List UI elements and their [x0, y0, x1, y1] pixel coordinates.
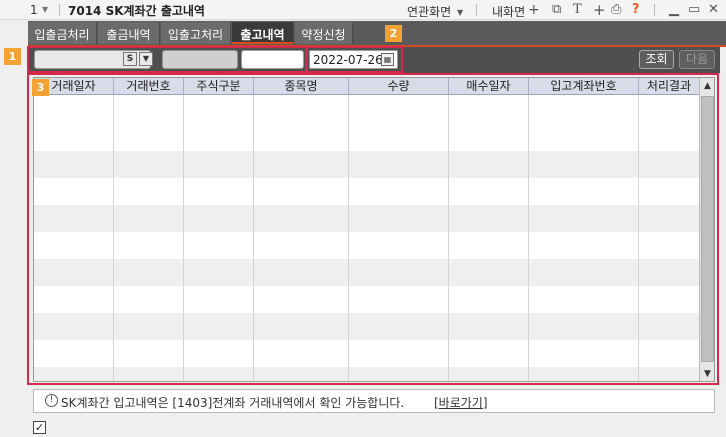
column-header[interactable]: 입고계좌번호 [529, 78, 639, 95]
title-bar: 1 ▼ 7014 SK계좌간 출고내역 연관화면 ▼ 내화면 + ⧉ T + ⎙… [0, 0, 726, 20]
table-row [34, 259, 699, 286]
screen-number[interactable]: 1 [30, 3, 38, 17]
table-row [34, 367, 699, 381]
divider [654, 4, 655, 16]
plus-icon[interactable]: + [593, 2, 606, 18]
checkbox[interactable]: ✓ [33, 421, 46, 434]
minimize-icon[interactable]: ▁ [669, 2, 679, 18]
close-icon[interactable]: ✕ [708, 2, 719, 18]
column-header[interactable]: 수량 [349, 78, 449, 95]
column-divider [183, 95, 184, 381]
my-screen-menu[interactable]: 내화면 [492, 3, 525, 20]
screen-copy-icon[interactable]: ⧉ [552, 2, 561, 18]
tab-out-history[interactable]: 출고내역 [232, 22, 294, 44]
divider [476, 4, 477, 16]
chevron-up-icon[interactable]: ▲ [700, 79, 714, 94]
tab-deposit-withdraw[interactable]: 입출금처리 [28, 22, 97, 44]
info-message: SK계좌간 입고내역은 [1403]전계좌 거래내역에서 확인 가능합니다. [61, 396, 405, 410]
highlight-box-2 [306, 46, 403, 73]
column-header[interactable]: 주식구분 [184, 78, 254, 95]
column-header[interactable]: 거래번호 [114, 78, 184, 95]
chevron-down-icon[interactable]: ▼ [457, 5, 463, 21]
window-title: 7014 SK계좌간 출고내역 [68, 4, 205, 18]
font-icon[interactable]: T [573, 2, 582, 18]
column-divider [448, 95, 449, 381]
marker-1: 1 [4, 48, 21, 65]
query-button[interactable]: 조회 [639, 50, 674, 69]
info-bar: ! SK계좌간 입고내역은 [1403]전계좌 거래내역에서 확인 가능합니다.… [33, 389, 715, 413]
print-icon[interactable]: ⎙ [611, 2, 621, 18]
marker-2: 2 [385, 25, 402, 42]
column-divider [528, 95, 529, 381]
tab-withdraw-history[interactable]: 출금내역 [98, 22, 160, 44]
column-header[interactable]: 종목명 [254, 78, 349, 95]
chevron-down-icon[interactable]: ▼ [700, 367, 714, 381]
divider [59, 4, 60, 16]
marker-3: 3 [32, 79, 49, 96]
linked-screen-menu[interactable]: 연관화면 [407, 3, 451, 20]
help-icon[interactable]: ? [632, 2, 640, 18]
plus-icon[interactable]: + [528, 2, 540, 18]
highlight-box-1 [27, 46, 307, 73]
scrollbar-thumb[interactable] [701, 96, 714, 362]
maximize-icon[interactable]: ▭ [688, 2, 700, 18]
table-header: 거래일자 거래번호 주식구분 종목명 수량 매수일자 입고계좌번호 처리결과 [34, 78, 699, 95]
table-row [34, 313, 699, 340]
tab-bar: 입출금처리 출금내역 입출고처리 출고내역 약정신청 [28, 21, 726, 45]
column-divider [638, 95, 639, 381]
column-header[interactable]: 처리결과 [639, 78, 699, 95]
vertical-scrollbar[interactable]: ▲ ▼ [699, 78, 714, 381]
column-divider [113, 95, 114, 381]
tab-in-out-process[interactable]: 입출고처리 [161, 22, 231, 44]
table-row [34, 205, 699, 232]
chevron-down-icon[interactable]: ▼ [42, 5, 48, 14]
tab-agreement[interactable]: 약정신청 [295, 22, 353, 44]
info-icon: ! [45, 394, 58, 407]
shortcut-link[interactable]: [바로가기] [434, 394, 488, 411]
out-history-table[interactable]: 거래일자 거래번호 주식구분 종목명 수량 매수일자 입고계좌번호 처리결과 ▲… [33, 77, 715, 382]
column-header[interactable]: 매수일자 [449, 78, 529, 95]
table-row [34, 151, 699, 178]
next-button[interactable]: 다음 [679, 50, 715, 69]
column-divider [253, 95, 254, 381]
column-divider [348, 95, 349, 381]
